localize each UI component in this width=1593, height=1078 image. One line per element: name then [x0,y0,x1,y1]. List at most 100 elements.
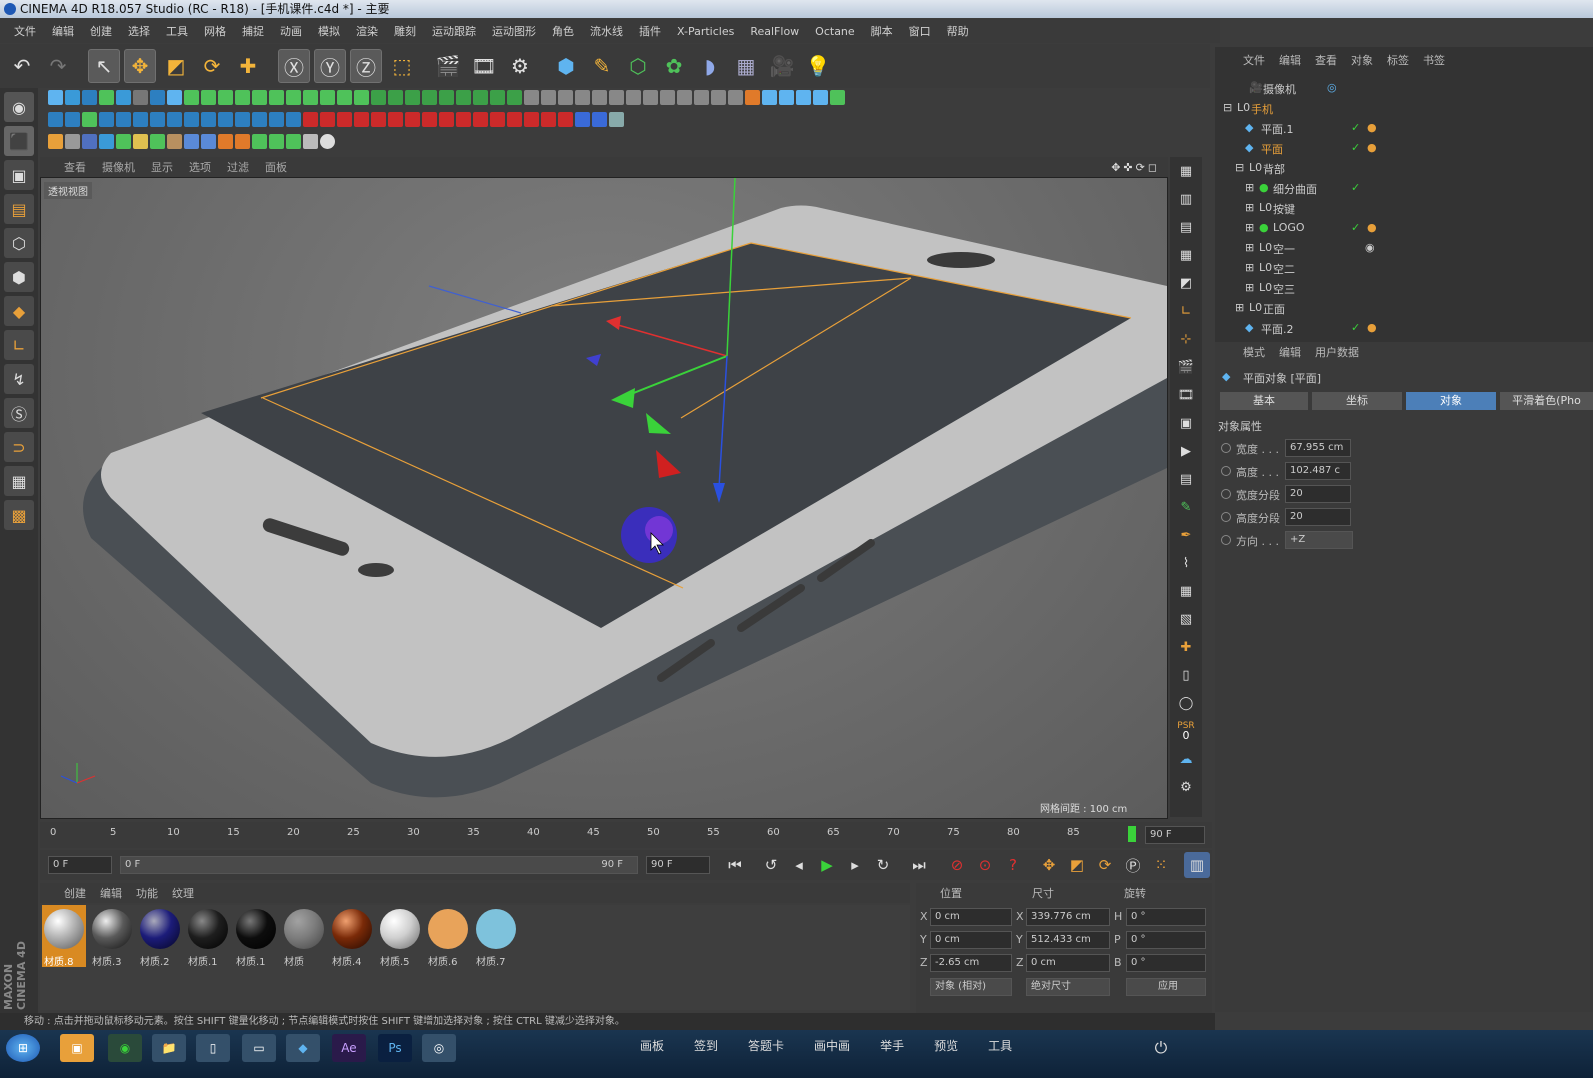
viewport-menu-item[interactable]: 显示 [151,159,173,175]
xp-tool-icon[interactable] [99,89,114,105]
autokey-icon[interactable]: ⊙ [972,852,998,878]
magnet-icon[interactable]: ⊃ [4,432,34,462]
material-swatch[interactable]: 材质.2 [138,905,182,968]
render-region-icon[interactable]: 🎬 [1174,355,1198,379]
scale-tool-icon[interactable]: ◩ [160,49,192,83]
menu-item[interactable]: 渲染 [348,23,386,39]
taskbar-app-icon[interactable]: ▣ [60,1034,94,1062]
plugin-tool-icon[interactable] [99,111,114,127]
phone-model-render[interactable] [41,178,1168,819]
object-row[interactable]: ◆ 平面.1 ✓ ● [1215,118,1593,138]
viewport-menu-item[interactable]: 摄像机 [102,159,135,175]
menu-item[interactable]: 工具 [158,23,196,39]
object-menu-item[interactable]: 对象 [1351,52,1373,68]
plugin-tool-icon[interactable] [150,111,165,127]
menu-item[interactable]: 动画 [272,23,310,39]
xp-tool-icon[interactable] [48,89,63,105]
pen-spline-icon[interactable]: ✎ [586,49,618,83]
points-mode-icon[interactable]: ⬡ [4,228,34,258]
xp-tool-icon[interactable] [541,89,556,105]
plugin-tool-icon[interactable] [133,111,148,127]
menu-item[interactable]: 选择 [120,23,158,39]
xp-tool-icon[interactable] [337,89,352,105]
play-render-icon[interactable]: ▶ [1174,439,1198,463]
xp-tool-icon[interactable] [184,89,199,105]
menu-item[interactable]: 帮助 [939,23,977,39]
xp-tool-icon[interactable] [388,89,403,105]
plugin-tool-icon[interactable] [252,133,267,149]
after-effects-icon[interactable]: Ae [332,1034,366,1062]
xp-tool-icon[interactable] [745,89,760,105]
key-parameter-icon[interactable]: Ⓟ [1120,852,1146,878]
xp-tool-icon[interactable] [762,89,777,105]
menu-item[interactable]: 创建 [82,23,120,39]
render-queue-icon[interactable]: ▣ [1174,411,1198,435]
frame-range-slider[interactable]: 0 F 90 F [120,856,638,874]
viewport-menu-item[interactable]: 过滤 [227,159,249,175]
timeline-window-icon[interactable]: ▥ [1184,852,1210,878]
layout-icon[interactable]: ▥ [1174,187,1198,211]
material-menu-item[interactable]: 创建 [64,885,86,901]
viewport-menu-item[interactable]: 查看 [64,159,86,175]
rotation-p-field[interactable]: 0 ° [1126,931,1206,949]
redo-icon[interactable]: ↷ [42,49,74,83]
plugin-tool-icon[interactable] [371,111,386,127]
material-menu-item[interactable]: 功能 [136,885,158,901]
y-axis-lock-icon[interactable]: Ⓨ [314,49,346,83]
plugin-tool-icon[interactable] [167,111,182,127]
xp-tool-icon[interactable] [422,89,437,105]
plugin-tool-icon[interactable] [82,133,97,149]
xp-tool-icon[interactable] [286,89,301,105]
plugin-tool-icon[interactable] [65,111,80,127]
animate-radio[interactable] [1221,466,1231,476]
size-x-field[interactable]: 339.776 cm [1026,908,1110,926]
plugin-tool-icon[interactable] [99,133,114,149]
xp-tool-icon[interactable] [235,89,250,105]
viewport-menu-item[interactable]: 面板 [265,159,287,175]
xp-tool-icon[interactable] [524,89,539,105]
object-row[interactable]: ⊞ L0 空三 [1215,278,1593,298]
plugin-tool-icon[interactable] [473,111,488,127]
xp-tool-icon[interactable] [167,89,182,105]
light-icon[interactable]: 💡 [802,49,834,83]
plugin-tool-icon[interactable] [558,111,573,127]
rotation-h-field[interactable]: 0 ° [1126,908,1206,926]
scroll-icon[interactable]: ▯ [1174,663,1198,687]
xp-tool-icon[interactable] [779,89,794,105]
taskbar-browser-icon[interactable]: ◉ [108,1034,142,1062]
plugin-tool-icon[interactable] [184,111,199,127]
settings-gear-icon[interactable]: ⚙ [1174,775,1198,799]
material-swatch[interactable]: 材质.5 [378,905,422,968]
plugin-tool-icon[interactable] [286,111,301,127]
workplane-mode-icon[interactable]: ▤ [4,194,34,224]
plugin-tool-icon[interactable] [490,111,505,127]
xp-tool-icon[interactable] [711,89,726,105]
width-segments-field[interactable]: 20 [1285,485,1351,503]
plugin-tool-icon[interactable] [575,111,590,127]
height-segments-field[interactable]: 20 [1285,508,1351,526]
xp-tool-icon[interactable] [439,89,454,105]
polygons-mode-icon[interactable]: ◆ [4,296,34,326]
xp-tool-icon[interactable] [405,89,420,105]
keyframe-selection-icon[interactable]: ? [1000,852,1026,878]
plugin-tool-icon[interactable] [507,111,522,127]
plugin-tool-icon[interactable] [235,133,250,149]
plugin-tool-icon[interactable] [218,133,233,149]
material-swatch[interactable]: 材质.1 [234,905,278,968]
enabled-check-icon[interactable]: ✓ [1351,121,1360,134]
tab-basic[interactable]: 基本 [1220,392,1308,410]
lock-workplane-icon[interactable]: ▦ [4,466,34,496]
plugin-tool-icon[interactable] [116,111,131,127]
material-swatch[interactable]: 材质 [282,905,326,968]
plugin-tool-icon[interactable] [303,133,318,149]
position-x-field[interactable]: 0 cm [930,908,1012,926]
recent-tool-icon[interactable]: ✚ [232,49,264,83]
plugin-tool-icon[interactable] [337,111,352,127]
plugin-tool-icon[interactable] [320,111,335,127]
z-axis-lock-icon[interactable]: Ⓩ [350,49,382,83]
goto-start-icon[interactable]: ⏮ [722,852,748,878]
plugin-tool-icon[interactable] [252,111,267,127]
cloner-icon[interactable]: ✿ [658,49,690,83]
enabled-check-icon[interactable]: ✓ [1351,141,1360,154]
menu-item[interactable]: 流水线 [582,23,631,39]
